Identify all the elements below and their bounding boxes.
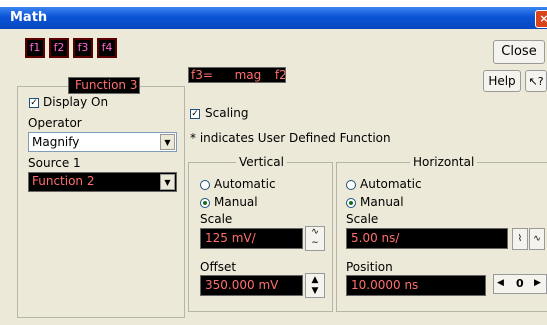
vertical-scale-label: Scale (200, 212, 233, 226)
horizontal-scale-field[interactable]: 5.00 ns/ (346, 228, 508, 249)
vertical-offset-spinner[interactable]: ▲ ▼ (305, 273, 325, 298)
whats-this-button[interactable]: ↖? (525, 70, 547, 92)
scaling-checkbox[interactable]: ✓ (190, 109, 200, 119)
horizontal-fine-knob[interactable]: ⌇ (512, 228, 528, 250)
source1-select[interactable]: Function 2 ▼ (28, 172, 177, 192)
horizontal-position-label: Position (346, 260, 393, 274)
expression-lhs: f3= (191, 68, 213, 82)
horizontal-title: Horizontal (410, 155, 478, 169)
horizontal-automatic-label: Automatic (360, 177, 422, 191)
vertical-scale-field[interactable]: 125 mV/ (200, 228, 303, 249)
chevron-down-icon[interactable]: ▼ (160, 134, 175, 150)
f1-button[interactable]: f1 (25, 38, 45, 58)
vertical-offset-field[interactable]: 350.000 mV (200, 275, 303, 296)
horizontal-position-field[interactable]: 10.0000 ns (346, 275, 486, 296)
operator-label: Operator (28, 116, 82, 130)
title-bar[interactable]: Math × (0, 7, 547, 29)
window-close-icon[interactable]: × (535, 10, 547, 28)
vertical-title: Vertical (236, 155, 287, 169)
horizontal-scale-label: Scale (346, 212, 379, 226)
help-button[interactable]: Help (483, 70, 521, 92)
background-strip (0, 0, 547, 7)
f4-button[interactable]: f4 (97, 38, 117, 58)
spin-up-icon[interactable]: ▲ (306, 274, 324, 286)
user-defined-note: * indicates User Defined Function (190, 131, 391, 145)
wave-knob-icon: ∿ (533, 234, 541, 244)
position-step-value: 0 (516, 277, 524, 290)
horizontal-manual-label: Manual (360, 195, 404, 209)
vertical-manual-label: Manual (214, 195, 258, 209)
display-on-label: Display On (43, 95, 109, 109)
operator-select[interactable]: Magnify ▼ (28, 132, 177, 152)
wave-knob-icon: ∿ ∼ (311, 227, 319, 248)
step-right-icon[interactable]: ▶ (534, 278, 541, 288)
fine-adjust-icon: ⌇ (517, 234, 523, 244)
vertical-offset-label: Offset (200, 260, 237, 274)
chevron-down-icon[interactable]: ▼ (160, 174, 175, 190)
function-group-title: Function 3 (68, 77, 140, 94)
vertical-automatic-label: Automatic (214, 177, 276, 191)
expression-operator: mag (234, 68, 262, 82)
expression-argument: f2 (274, 68, 286, 82)
math-dialog: Math × f1 f2 f3 f4 Close Help ↖? Functio… (0, 0, 547, 325)
close-button[interactable]: Close (493, 40, 545, 64)
step-left-icon[interactable]: ◀ (497, 278, 504, 288)
scaling-label: Scaling (205, 106, 249, 120)
vertical-scale-knob[interactable]: ∿ ∼ (305, 226, 325, 251)
source1-value: Function 2 (32, 174, 95, 188)
display-on-checkbox[interactable]: ✓ (29, 98, 39, 108)
expression-display: f3= mag f2 (188, 67, 286, 83)
f3-button[interactable]: f3 (73, 38, 93, 58)
position-step-control[interactable]: ◀ 0 ▶ (493, 274, 547, 294)
spin-down-icon[interactable]: ▼ (306, 286, 324, 297)
vertical-manual-radio[interactable] (200, 198, 210, 208)
f2-button[interactable]: f2 (49, 38, 69, 58)
window-title: Math (10, 10, 48, 25)
pointer-help-icon: ↖? (528, 75, 544, 88)
operator-value: Magnify (32, 135, 80, 149)
vertical-automatic-radio[interactable] (200, 180, 210, 190)
source1-label: Source 1 (28, 156, 81, 170)
horizontal-automatic-radio[interactable] (346, 180, 356, 190)
horizontal-manual-radio[interactable] (346, 198, 356, 208)
horizontal-wave-knob[interactable]: ∿ (529, 228, 545, 250)
